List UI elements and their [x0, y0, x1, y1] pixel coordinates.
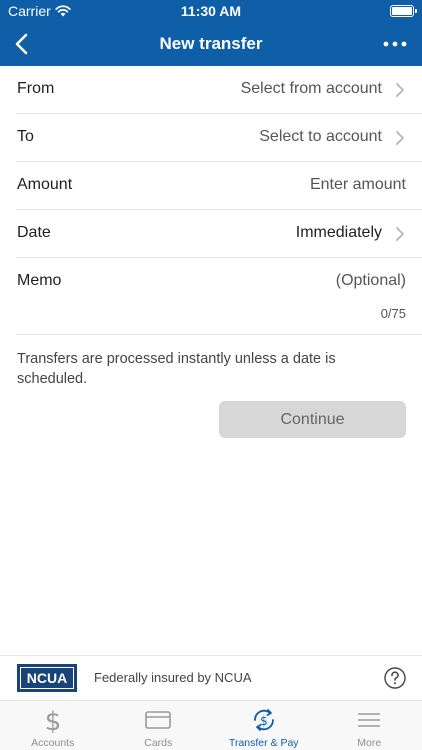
amount-input[interactable]: Enter amount: [310, 176, 406, 194]
svg-text:$: $: [44, 707, 61, 733]
ncua-footer: NCUA Federally insured by NCUA: [0, 655, 422, 700]
transfer-form: From Select from account To Select to ac…: [0, 66, 422, 335]
from-account-value: Select from account: [240, 80, 382, 97]
memo-row[interactable]: Memo (Optional) 0/75: [16, 258, 422, 335]
tab-label: More: [357, 737, 382, 749]
to-label: To: [17, 128, 34, 145]
date-row[interactable]: Date Immediately: [16, 210, 422, 258]
chevron-right-icon: [396, 131, 404, 145]
amount-label: Amount: [17, 176, 73, 193]
ncua-insurance-text: Federally insured by NCUA: [94, 670, 252, 685]
tab-label: Cards: [144, 737, 173, 749]
memo-input[interactable]: (Optional): [336, 272, 406, 290]
chevron-right-icon: [396, 227, 404, 241]
transfer-pay-icon: $: [253, 709, 274, 731]
dollar-icon: $: [44, 707, 61, 733]
clock: 11:30 AM: [180, 3, 242, 19]
tab-cards[interactable]: Cards: [106, 701, 212, 750]
from-label: From: [17, 80, 55, 97]
tab-more[interactable]: More: [317, 701, 422, 750]
amount-row[interactable]: Amount Enter amount: [16, 162, 422, 210]
menu-icon: [358, 713, 381, 727]
memo-label: Memo: [17, 272, 62, 289]
to-account-row[interactable]: To Select to account: [16, 114, 422, 162]
tab-label: Accounts: [31, 737, 75, 749]
help-icon[interactable]: [384, 667, 406, 689]
battery-icon: [390, 5, 417, 17]
tab-transfer-pay[interactable]: $ Transfer & Pay: [211, 701, 317, 750]
continue-button[interactable]: Continue: [219, 401, 406, 438]
card-icon: [145, 711, 172, 729]
chevron-right-icon: [396, 83, 404, 97]
date-label: Date: [17, 224, 51, 241]
transfer-info-text: Transfers are processed instantly unless…: [17, 351, 336, 387]
status-bar: Carrier 11:30 AM: [0, 0, 422, 22]
memo-character-counter: 0/75: [380, 306, 406, 321]
ncua-logo: NCUA: [17, 664, 77, 692]
navigation-bar: New transfer: [0, 22, 422, 66]
date-value: Immediately: [295, 224, 382, 241]
page-title: New transfer: [159, 34, 263, 53]
ellipsis-icon[interactable]: [382, 34, 408, 54]
tab-label: Transfer & Pay: [228, 737, 299, 749]
tab-bar: $ Accounts Cards $ Transfer & Pay More: [0, 700, 422, 750]
svg-text:$: $: [260, 714, 268, 728]
to-account-value: Select to account: [259, 128, 382, 145]
tab-accounts[interactable]: $ Accounts: [0, 701, 106, 750]
from-account-row[interactable]: From Select from account: [16, 66, 422, 114]
